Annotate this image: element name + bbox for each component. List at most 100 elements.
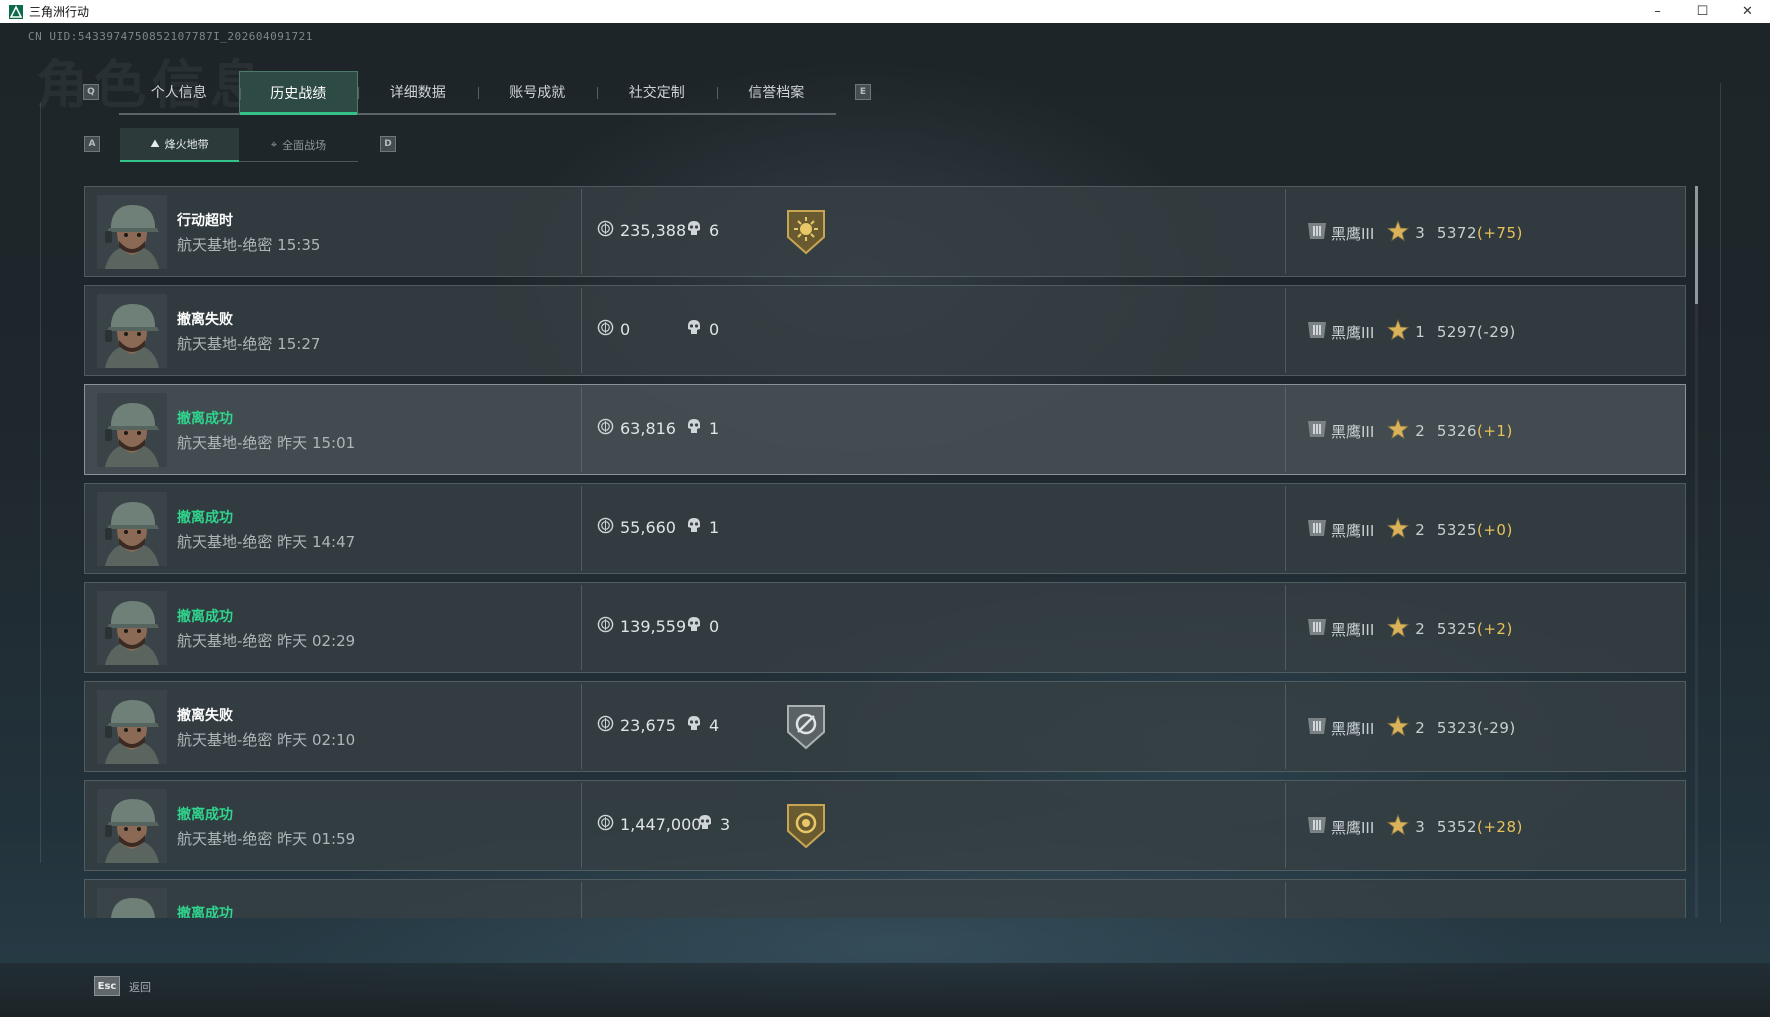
key-e-hint: E — [855, 84, 871, 100]
back-label[interactable]: 返回 — [129, 979, 151, 995]
rank-info: 黑鹰III 2 5325(+2) — [1306, 615, 1513, 642]
operator-avatar — [97, 492, 167, 566]
match-result: 撤离成功 — [177, 906, 233, 918]
divider — [1285, 585, 1286, 670]
operator-avatar — [97, 888, 167, 918]
match-row[interactable]: 撤离成功 航天基地-绝密 昨天 14:47 55,660 1 黑鹰III 2 5325(+0… — [84, 483, 1686, 574]
tab-1[interactable]: 历史战绩 — [238, 71, 358, 115]
rank-score: 5297(-29) — [1437, 323, 1516, 341]
subtab-label: 全面战场 — [282, 139, 327, 152]
tab-3[interactable]: 账号成就 — [477, 71, 598, 113]
match-history-list[interactable]: 行动超时航天基地-绝密 15:35 235,388 6 黑鹰III 3 5372(+75)… — [84, 186, 1686, 918]
maximize-button[interactable]: ☐ — [1680, 0, 1725, 23]
match-row[interactable]: 撤离成功 航天基地-绝密 昨天 01:59 1,447,000 3 黑鹰III 3 5352… — [84, 780, 1686, 871]
money-amount: 139,559 — [620, 617, 687, 636]
rank-icon — [1306, 716, 1331, 740]
match-row[interactable]: 撤离失败 航天基地-绝密 15:27 0 0 黑鹰III 1 5297(-29) — [84, 285, 1686, 376]
kill-count: 0 — [709, 320, 720, 339]
rank-name: 黑鹰III — [1331, 818, 1375, 837]
match-row[interactable]: 行动超时 航天基地-绝密 15:35 235,388 6 黑鹰III 3 5372(+75) — [84, 186, 1686, 277]
tab-5[interactable]: 信誉档案 — [716, 71, 837, 113]
gold-coin-badge-icon[interactable] — [785, 801, 827, 849]
score-value: 5326 — [1436, 422, 1478, 440]
coin-icon — [597, 616, 614, 637]
match-row[interactable]: 撤离成功航天基地-绝密 昨天 02:29 139,559 0 黑鹰III 2 5325(+… — [84, 582, 1686, 673]
star-count: 2 — [1415, 719, 1425, 737]
divider — [581, 783, 582, 868]
silver-gear-badge-icon[interactable] — [785, 702, 827, 750]
esc-key[interactable]: Esc — [94, 976, 120, 996]
divider — [1285, 288, 1286, 373]
key-q-hint: Q — [83, 84, 99, 100]
money-value: 235,388 — [597, 220, 686, 241]
gold-sun-badge-icon[interactable] — [785, 207, 827, 255]
rank-name: 黑鹰III — [1331, 521, 1375, 540]
close-button[interactable]: ✕ — [1725, 0, 1770, 23]
star-icon — [1374, 219, 1415, 246]
mode-subtabs: ⛰ 烽火地带 ⌖ 全面战场 — [120, 128, 358, 162]
subtab-1[interactable]: ⌖ 全面战场 — [239, 128, 358, 162]
score-delta: (-29) — [1477, 323, 1516, 341]
star-icon — [1374, 318, 1415, 345]
match-result: 行动超时 — [177, 213, 233, 229]
coin-icon — [597, 418, 614, 439]
kill-count: 1 — [709, 419, 720, 438]
rank-score: 5352(+28) — [1437, 818, 1523, 836]
star-count: 2 — [1415, 422, 1425, 440]
divider — [581, 387, 582, 472]
tab-4[interactable]: 社交定制 — [597, 71, 717, 113]
rank-name: 黑鹰III — [1331, 620, 1375, 639]
scroll-thumb[interactable] — [1695, 186, 1698, 304]
money-value: 139,559 — [597, 616, 686, 637]
match-result: 撤离成功 — [177, 609, 233, 625]
score-value: 5297 — [1436, 323, 1478, 341]
kills-value: 6 — [687, 220, 719, 241]
tab-0[interactable]: 个人信息 — [119, 71, 239, 113]
tab-2[interactable]: 详细数据 — [358, 71, 478, 113]
minimize-button[interactable]: – — [1635, 0, 1680, 23]
star-count: 3 — [1415, 224, 1425, 242]
money-value: 55,660 — [597, 517, 676, 538]
decor-line — [1720, 83, 1721, 923]
coin-icon — [597, 220, 614, 241]
kill-count: 3 — [720, 815, 731, 834]
rank-score: 5325(+0) — [1437, 521, 1513, 539]
score-delta: (+75) — [1477, 224, 1523, 242]
score-value: 5372 — [1436, 224, 1478, 242]
rank-icon — [1306, 221, 1331, 245]
kill-count: 0 — [709, 617, 720, 636]
match-row[interactable]: 撤离成功 航天基地-绝密 昨天 15:01 63,816 1 黑鹰III 2 5326(+1… — [84, 384, 1686, 475]
money-amount: 0 — [620, 320, 631, 339]
star-count: 3 — [1415, 818, 1425, 836]
crosshair-icon: ⌖ — [270, 138, 278, 151]
rank-score: 5326(+1) — [1437, 422, 1513, 440]
match-row[interactable]: 撤离失败 航天基地-绝密 昨天 02:10 23,675 4 黑鹰III 2 5323(-2… — [84, 681, 1686, 772]
app-logo-icon — [9, 4, 23, 19]
money-amount: 235,388 — [620, 221, 687, 240]
match-location-time: 航天基地-绝密 昨天 02:29 — [177, 632, 356, 650]
rank-score: 5372(+75) — [1437, 224, 1523, 242]
score-value: 5323 — [1436, 719, 1478, 737]
score-delta: (+28) — [1477, 818, 1523, 836]
divider — [581, 288, 582, 373]
rank-icon — [1306, 419, 1331, 443]
bottom-bar — [0, 963, 1770, 1017]
window-titlebar: 三角洲行动 – ☐ ✕ — [0, 0, 1770, 23]
scrollbar[interactable] — [1695, 186, 1698, 918]
score-value: 5352 — [1436, 818, 1478, 836]
match-row[interactable]: 撤离成功 — [84, 879, 1686, 918]
rank-icon — [1306, 815, 1331, 839]
kills-value: 0 — [687, 616, 719, 637]
operator-avatar — [97, 789, 167, 863]
divider — [581, 882, 582, 918]
rank-name: 黑鹰III — [1331, 422, 1375, 441]
match-location-time: 航天基地-绝密 15:35 — [177, 236, 321, 254]
operator-avatar — [97, 195, 167, 269]
match-result: 撤离成功 — [177, 510, 233, 526]
rank-icon — [1306, 518, 1331, 542]
subtab-0[interactable]: ⛰ 烽火地带 — [120, 128, 239, 162]
score-value: 5325 — [1436, 521, 1478, 539]
coin-icon — [597, 517, 614, 538]
rank-icon — [1306, 617, 1331, 641]
rank-info: 黑鹰III 3 5372(+75) — [1306, 219, 1523, 246]
